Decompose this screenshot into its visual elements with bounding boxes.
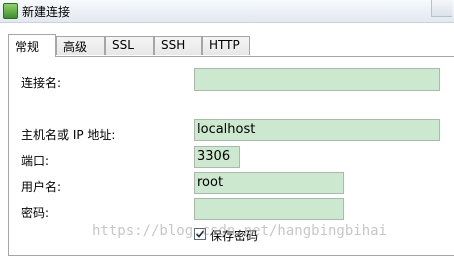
title-bar: 新建连接 bbox=[0, 0, 454, 23]
host-label: 主机名或 IP 地址: bbox=[21, 128, 116, 142]
tab-http[interactable]: HTTP bbox=[202, 36, 250, 55]
host-field[interactable]: localhost bbox=[194, 119, 440, 141]
tab-advanced[interactable]: 高级 bbox=[56, 36, 105, 55]
username-label: 用户名: bbox=[21, 180, 62, 194]
port-label: 端口: bbox=[21, 154, 50, 168]
tab-ssh[interactable]: SSH bbox=[154, 36, 202, 55]
watermark-text: https://blog.csdn.net/hangbingbihai bbox=[92, 223, 388, 239]
window-title: 新建连接 bbox=[22, 5, 71, 19]
connection-name-field[interactable] bbox=[194, 68, 440, 91]
app-icon bbox=[3, 3, 18, 19]
port-field[interactable]: 3306 bbox=[194, 146, 240, 168]
connection-name-label: 连接名: bbox=[21, 76, 62, 90]
tab-general[interactable]: 常规 bbox=[8, 34, 56, 57]
close-button[interactable] bbox=[431, 0, 452, 17]
password-field[interactable] bbox=[194, 198, 344, 220]
password-label: 密码: bbox=[21, 206, 50, 220]
tab-ssl[interactable]: SSL bbox=[105, 36, 154, 55]
username-field[interactable]: root bbox=[194, 172, 344, 194]
